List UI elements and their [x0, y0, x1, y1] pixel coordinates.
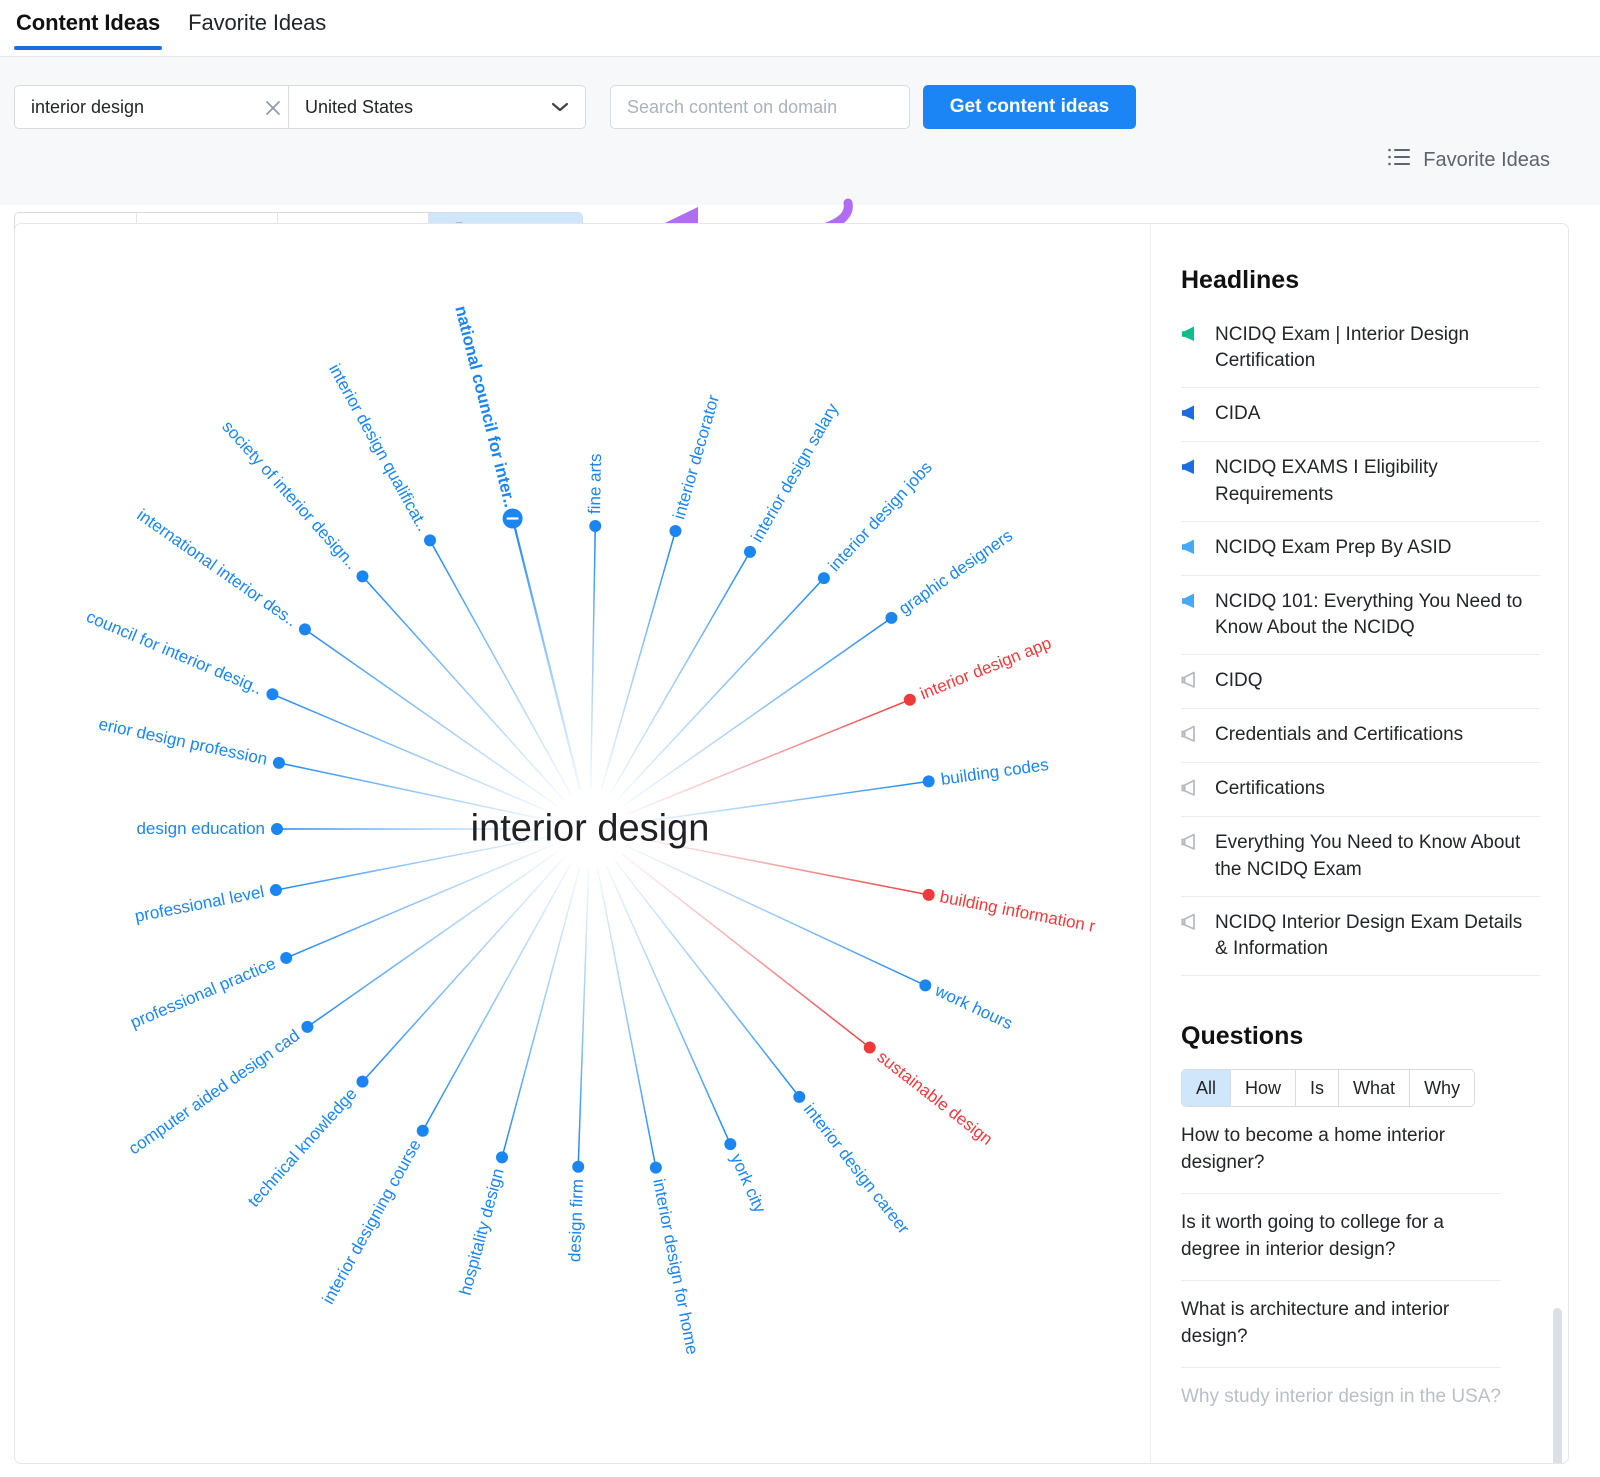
tab-content-ideas-label: Content Ideas [16, 10, 161, 35]
tab-favorite-ideas[interactable]: Favorite Ideas [186, 10, 328, 50]
megaphone-outline-icon [1181, 833, 1203, 857]
mind-map-node[interactable]: international interior des.. [133, 505, 301, 631]
headline-item[interactable]: NCIDQ 101: Everything You Need to Know A… [1181, 576, 1540, 656]
megaphone-outline-icon [1181, 913, 1203, 937]
question-filter-all[interactable]: All [1182, 1070, 1232, 1107]
question-filter-why[interactable]: Why [1410, 1070, 1475, 1107]
headline-text: CIDQ [1215, 670, 1263, 692]
headline-item[interactable]: CIDA [1181, 388, 1540, 443]
headline-item[interactable]: Certifications [1181, 763, 1540, 818]
mind-map-node[interactable]: hospitality design [455, 1166, 508, 1297]
headline-text: CIDA [1215, 403, 1261, 425]
headline-item[interactable]: NCIDQ Interior Design Exam Details & Inf… [1181, 897, 1540, 977]
top-tab-bar: Content Ideas Favorite Ideas [0, 0, 1600, 57]
megaphone-icon [1181, 538, 1203, 562]
get-content-ideas-button[interactable]: Get content ideas [923, 85, 1136, 129]
mind-map-node[interactable]: building information r [939, 887, 1098, 937]
headline-item[interactable]: NCIDQ EXAMS I Eligibility Requirements [1181, 442, 1540, 522]
question-item[interactable]: How to become a home interior designer? [1181, 1107, 1501, 1195]
mind-map-node[interactable]: interior design salary [747, 401, 843, 547]
mind-map-node[interactable]: work hours [932, 981, 1015, 1034]
mind-map[interactable]: interior design erior design profession c… [15, 224, 1150, 1463]
headlines-list: NCIDQ Exam | Interior Design Certificati… [1181, 309, 1540, 977]
question-item[interactable]: Is it worth going to college for a degre… [1181, 1194, 1501, 1282]
keyword-input[interactable] [15, 86, 288, 128]
mind-map-node[interactable]: professional practice [128, 953, 279, 1032]
search-input[interactable] [610, 85, 910, 129]
megaphone-outline-icon [1181, 779, 1203, 803]
keyword-wrapper [15, 86, 288, 128]
mind-map-node[interactable]: interior design qualificat.. [324, 361, 433, 535]
tab-content-ideas[interactable]: Content Ideas [14, 10, 163, 50]
favorite-ideas-button[interactable]: Favorite Ideas [1387, 147, 1550, 173]
mind-map-node[interactable]: interior designing course [318, 1136, 425, 1308]
tab-favorite-ideas-label: Favorite Ideas [188, 10, 327, 35]
headline-text: Credentials and Certifications [1215, 724, 1464, 746]
country-select[interactable]: United States [289, 86, 585, 128]
mind-map-node[interactable]: design firm [565, 1178, 588, 1262]
headline-text: NCIDQ Exam Prep By ASID [1215, 536, 1452, 558]
mind-map-node[interactable]: computer aided design cad [125, 1026, 304, 1159]
country-select-value: United States [305, 96, 414, 117]
mind-map-node[interactable]: graphic designers [896, 526, 1017, 619]
megaphone-icon [1181, 325, 1203, 349]
keyword-country-group: United States [14, 85, 586, 129]
headline-text: NCIDQ 101: Everything You Need to Know A… [1215, 590, 1523, 639]
megaphone-icon [1181, 404, 1203, 428]
headline-item[interactable]: NCIDQ Exam | Interior Design Certificati… [1181, 309, 1540, 389]
questions-scrollbar[interactable] [1553, 1308, 1562, 1463]
mind-map-node[interactable]: sustainable design [873, 1047, 997, 1149]
mind-map-node[interactable]: york city [726, 1151, 770, 1216]
megaphone-icon [1181, 592, 1203, 616]
mind-map-node[interactable]: fine arts [585, 453, 606, 514]
favorite-ideas-label: Favorite Ideas [1423, 148, 1550, 171]
questions-list: How to become a home interior designer? I… [1181, 1107, 1540, 1427]
megaphone-icon [1181, 458, 1203, 482]
questions-title: Questions [1181, 1022, 1304, 1051]
mind-map-node[interactable]: council for interior desig.. [84, 606, 265, 698]
mind-map-center-label: interior design [470, 807, 710, 850]
mind-map-node[interactable]: building codes [939, 755, 1049, 790]
close-icon[interactable] [261, 96, 285, 120]
headline-item[interactable]: Credentials and Certifications [1181, 709, 1540, 764]
headlines-title: Headlines [1181, 266, 1300, 294]
megaphone-outline-icon [1181, 671, 1203, 695]
headline-text: NCIDQ Interior Design Exam Details & Inf… [1215, 911, 1523, 959]
megaphone-outline-icon [1181, 725, 1203, 749]
question-filter-what[interactable]: What [1339, 1070, 1411, 1107]
chevron-down-icon [551, 97, 569, 118]
mind-map-node[interactable]: erior design profession [97, 715, 269, 770]
mind-map-node[interactable]: design education [136, 819, 265, 839]
headline-text: NCIDQ Exam | Interior Design Certificati… [1215, 324, 1470, 372]
mind-map-node[interactable]: professional level [133, 883, 266, 928]
headline-item[interactable]: NCIDQ Exam Prep By ASID [1181, 522, 1540, 576]
headline-text: NCIDQ EXAMS I Eligibility Requirements [1215, 457, 1438, 505]
list-icon [1387, 147, 1411, 173]
mind-map-node[interactable]: technical knowledge [245, 1084, 362, 1211]
right-panel: Headlines NCIDQ Exam | Interior Design C… [1150, 224, 1568, 1463]
question-item[interactable]: What is architecture and interior design… [1181, 1281, 1501, 1368]
questions-filter-tabs: All How Is What Why [1181, 1069, 1476, 1108]
mind-map-node[interactable]: national council for inter.. [450, 304, 519, 510]
mind-map-node[interactable]: interior decorator [669, 393, 724, 522]
content-card: interior design erior design profession c… [14, 223, 1569, 1464]
mind-map-node[interactable]: interior design jobs [825, 458, 937, 576]
headline-item[interactable]: CIDQ [1181, 655, 1540, 710]
question-item[interactable]: Why study interior design in the USA? [1181, 1368, 1501, 1427]
mind-map-node[interactable]: interior design career [799, 1100, 913, 1238]
filter-bar: United States Get content ideas Favorite… [0, 57, 1600, 265]
mind-map-node[interactable]: interior design app [917, 634, 1054, 705]
mind-map-node[interactable]: interior design for home [648, 1178, 702, 1357]
headline-text: Everything You Need to Know About the NC… [1215, 832, 1521, 880]
question-filter-how[interactable]: How [1231, 1070, 1297, 1107]
headline-text: Certifications [1215, 778, 1325, 800]
question-filter-is[interactable]: Is [1296, 1070, 1340, 1107]
tab-row: Content Ideas Favorite Ideas [14, 10, 328, 50]
mind-map-node[interactable]: society of interior design.. [218, 417, 362, 574]
headline-item[interactable]: Everything You Need to Know About the NC… [1181, 817, 1540, 897]
